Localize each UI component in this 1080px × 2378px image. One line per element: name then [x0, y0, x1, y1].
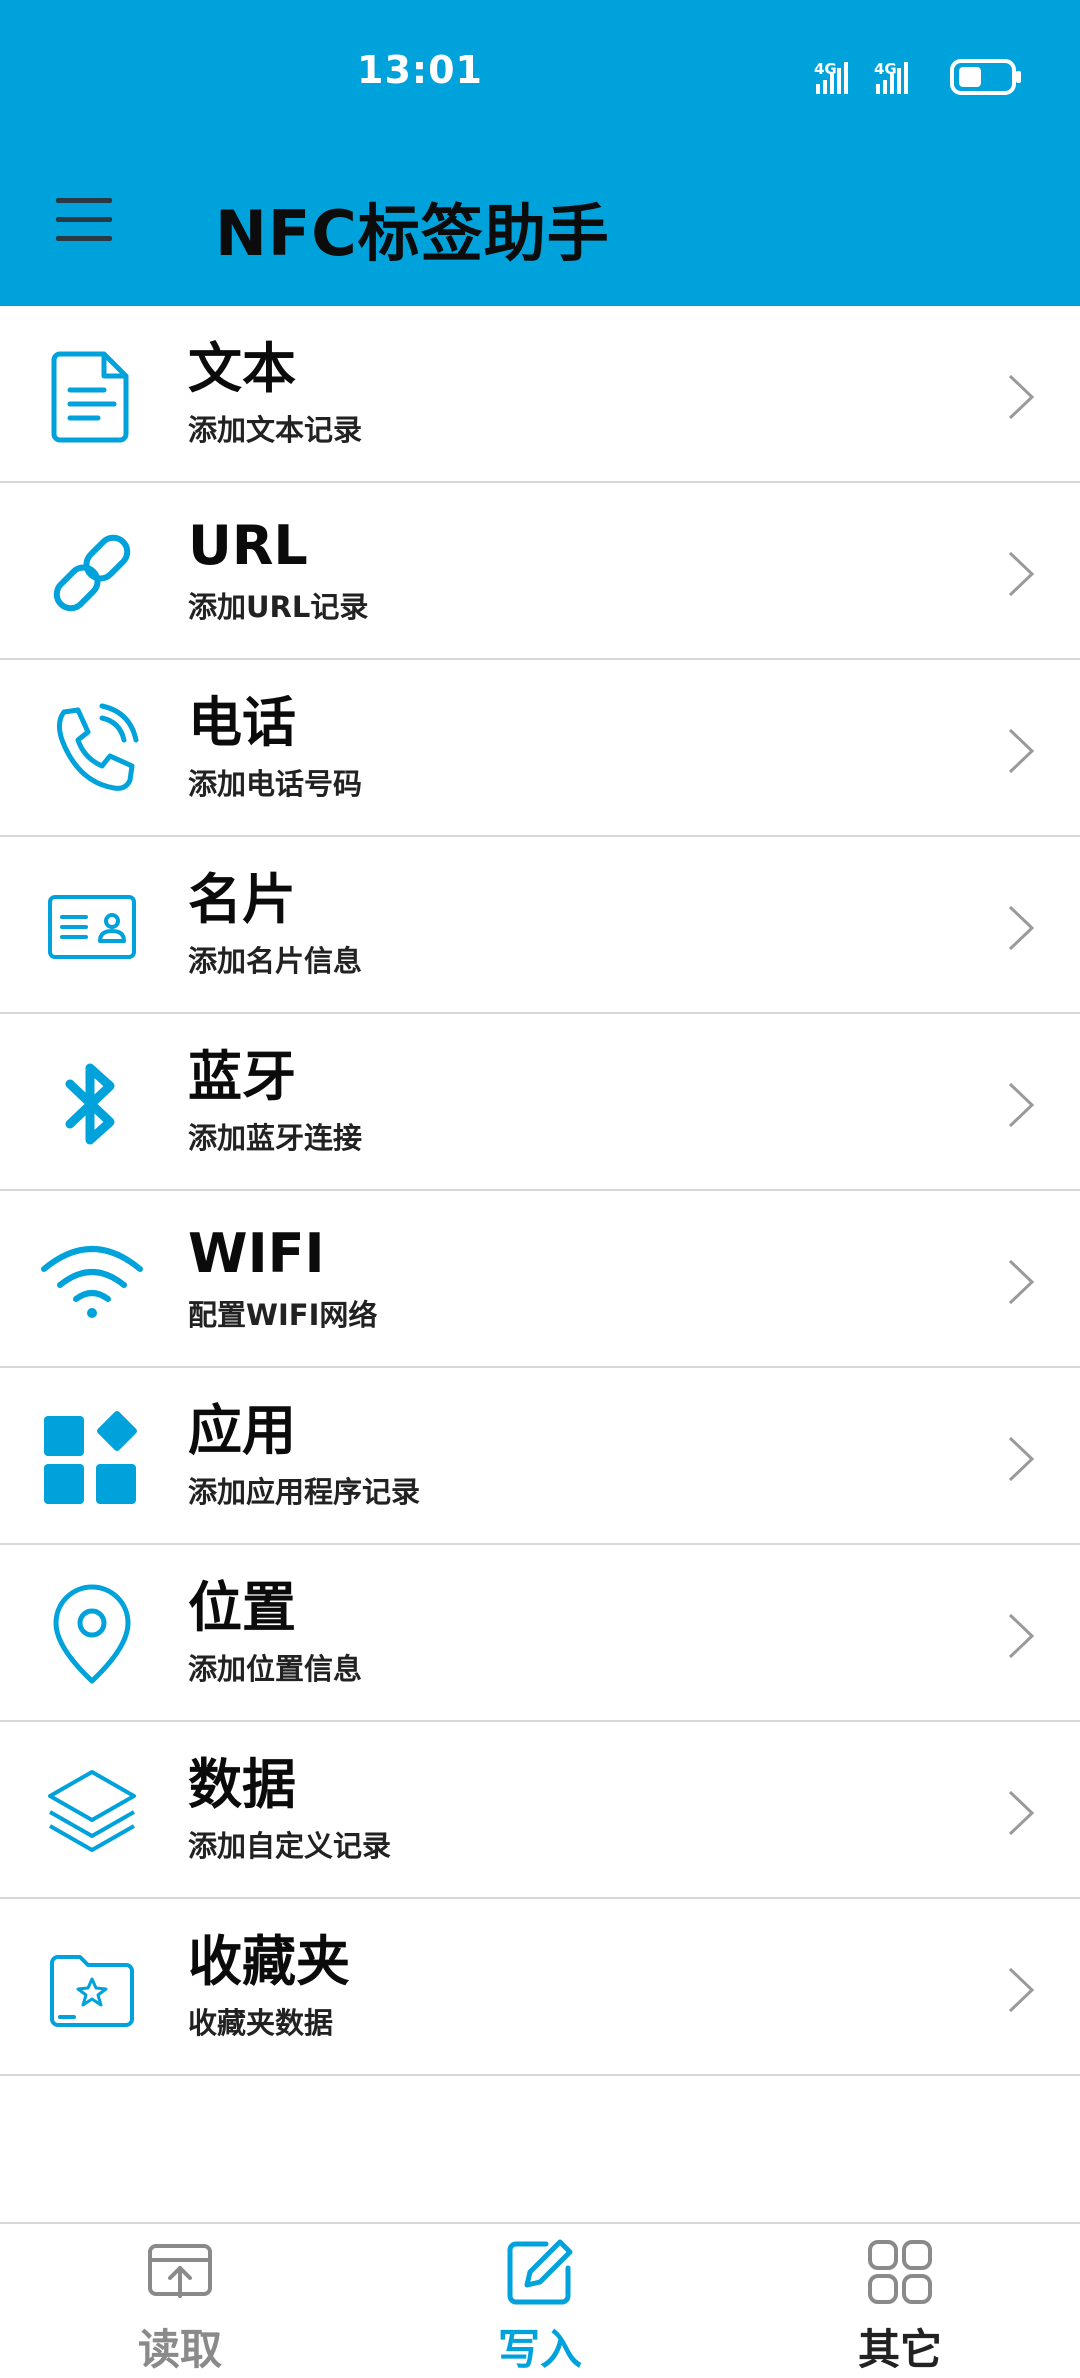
chevron-right-icon	[1008, 1613, 1035, 1659]
document-icon	[51, 351, 129, 443]
nav-tab-read[interactable]: 读取	[60, 2238, 300, 2378]
record-type-list: 文本 添加文本记录 URL 添加URL记录 电话 添加电话号码 名片 添加名片信…	[0, 306, 1080, 2076]
nav-label-write: 写入	[497, 2325, 582, 2374]
record-title: URL	[188, 514, 308, 577]
nav-tab-other[interactable]: 其它	[780, 2238, 1020, 2378]
record-item-bluetooth[interactable]: 蓝牙 添加蓝牙连接	[0, 1014, 1080, 1191]
signal-2-icon: 4G	[874, 60, 908, 94]
bottom-navigation: 读取 写入 其它	[0, 2222, 1080, 2378]
record-subtitle: 添加应用程序记录	[188, 1475, 421, 1509]
record-item-url[interactable]: URL 添加URL记录	[0, 483, 1080, 660]
record-subtitle: 添加蓝牙连接	[188, 1121, 363, 1155]
app-title: NFC标签助手	[215, 197, 610, 270]
chevron-right-icon	[1008, 1967, 1035, 2013]
record-subtitle: 添加自定义记录	[188, 1829, 392, 1863]
chevron-right-icon	[1008, 1436, 1035, 1482]
record-item-phone[interactable]: 电话 添加电话号码	[0, 660, 1080, 837]
chevron-right-icon	[1008, 905, 1035, 951]
record-item-apps[interactable]: 应用 添加应用程序记录	[0, 1368, 1080, 1545]
chevron-right-icon	[1008, 551, 1035, 597]
chevron-right-icon	[1008, 374, 1035, 420]
chevron-right-icon	[1008, 728, 1035, 774]
signal-1-icon: 4G	[814, 60, 848, 94]
app-header: 13:01 4G 4G NFC标签助手	[0, 0, 1080, 306]
record-item-favorites[interactable]: 收藏夹 收藏夹数据	[0, 1899, 1080, 2076]
record-subtitle: 收藏夹数据	[188, 2006, 334, 2040]
chevron-right-icon	[1008, 1790, 1035, 1836]
record-item-text[interactable]: 文本 添加文本记录	[0, 306, 1080, 483]
record-subtitle: 添加URL记录	[188, 590, 369, 624]
record-subtitle: 添加文本记录	[188, 413, 363, 447]
battery-icon	[950, 59, 1021, 95]
record-title: 文本	[188, 337, 296, 400]
read-tray-icon	[148, 2244, 212, 2298]
record-title: 收藏夹	[188, 1930, 350, 1993]
chevron-right-icon	[1008, 1082, 1035, 1128]
record-title: WIFI	[188, 1222, 325, 1285]
record-subtitle: 添加名片信息	[188, 944, 363, 978]
record-item-wifi[interactable]: WIFI 配置WIFI网络	[0, 1191, 1080, 1368]
grid-other-icon	[868, 2240, 932, 2304]
record-item-location[interactable]: 位置 添加位置信息	[0, 1545, 1080, 1722]
bluetooth-icon	[65, 1063, 115, 1145]
apps-icon	[44, 1411, 137, 1504]
record-title: 数据	[188, 1753, 296, 1816]
record-title: 电话	[188, 691, 296, 754]
chevron-right-icon	[1008, 1259, 1035, 1305]
link-icon	[53, 534, 131, 612]
record-subtitle: 添加电话号码	[188, 767, 363, 801]
phone-icon	[56, 703, 139, 791]
write-edit-icon	[507, 2239, 573, 2305]
layers-icon	[48, 1770, 136, 1852]
record-subtitle: 配置WIFI网络	[188, 1298, 378, 1332]
nav-tab-write[interactable]: 写入	[420, 2238, 660, 2378]
record-item-business-card[interactable]: 名片 添加名片信息	[0, 837, 1080, 1014]
record-item-custom-data[interactable]: 数据 添加自定义记录	[0, 1722, 1080, 1899]
record-subtitle: 添加位置信息	[188, 1652, 363, 1686]
record-title: 应用	[188, 1399, 296, 1462]
hamburger-menu-icon[interactable]	[48, 188, 120, 252]
location-pin-icon	[53, 1584, 131, 1684]
wifi-icon	[41, 1246, 143, 1318]
nav-label-other: 其它	[857, 2325, 942, 2374]
favorites-folder-icon	[50, 1955, 134, 2027]
business-card-icon	[48, 895, 136, 959]
record-title: 蓝牙	[188, 1045, 296, 1108]
record-title: 名片	[188, 868, 296, 931]
status-icons: 4G 4G	[814, 59, 1021, 95]
record-title: 位置	[188, 1576, 296, 1639]
status-time: 13:01	[357, 48, 483, 92]
nav-label-read: 读取	[137, 2325, 222, 2374]
